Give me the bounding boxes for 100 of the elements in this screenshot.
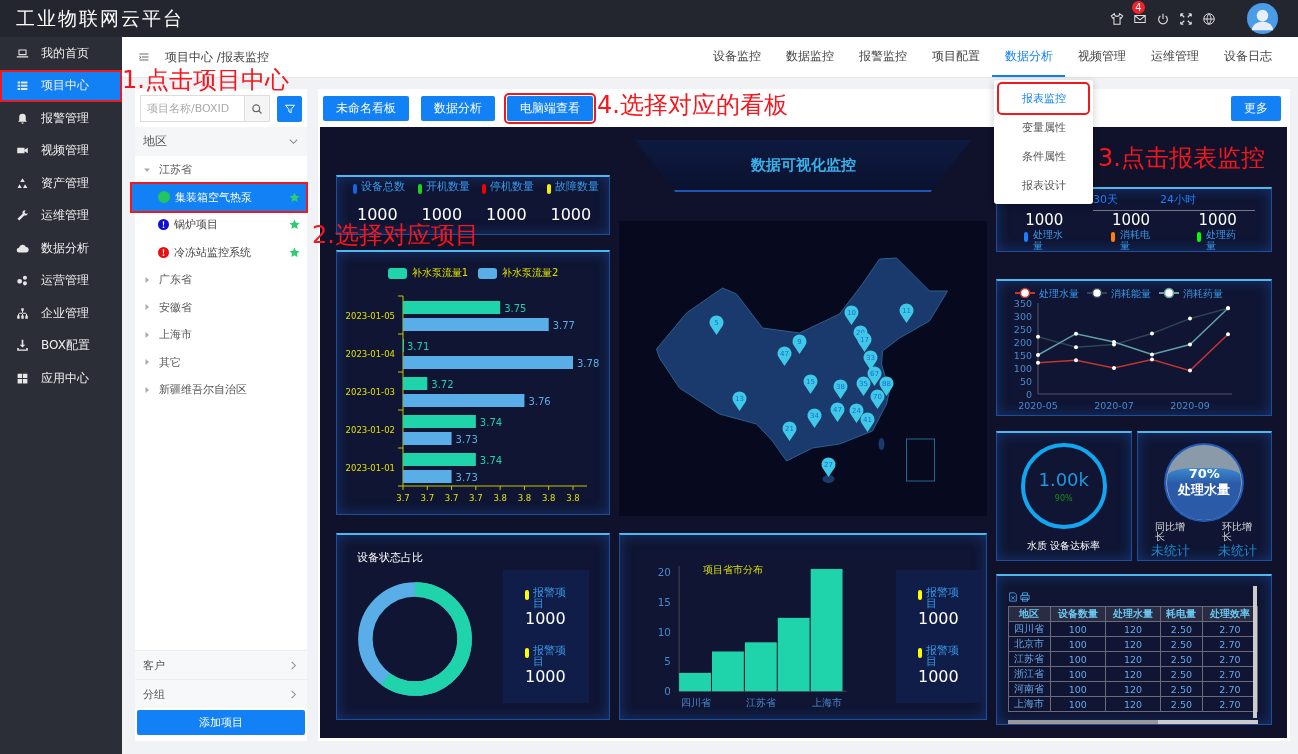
project-item[interactable]: 锅炉项目 [132, 211, 306, 239]
x-tick-label: 3.7 [469, 493, 483, 503]
stat-value: 1000 [485, 205, 528, 224]
y-tick-label: 10 [657, 625, 671, 638]
power-icon[interactable] [1156, 11, 1170, 26]
point [1226, 332, 1230, 337]
annotation-text: 1.点击项目中心 [122, 65, 289, 96]
filter-button[interactable] [277, 95, 302, 122]
star-icon[interactable] [289, 219, 300, 231]
dashboard-button[interactable]: 未命名看板 [323, 95, 409, 121]
column-header[interactable]: 地区 [1008, 606, 1051, 622]
sidebar-item[interactable]: 我的首页 [0, 37, 122, 70]
tree-node[interactable]: 上海市 [135, 321, 307, 349]
period-tab[interactable]: 24小时 [1160, 192, 1196, 207]
y-tick-label: 50 [1019, 375, 1032, 387]
tree-node[interactable]: 新疆维吾尔自治区 [135, 376, 307, 404]
nav-tab[interactable]: 项目配置 [919, 37, 992, 77]
star-icon[interactable] [289, 191, 300, 203]
sidebar-item[interactable]: 企业管理 [0, 297, 122, 330]
legend-item[interactable]: 补水泵流量1 [387, 266, 468, 280]
globe-icon[interactable] [1202, 11, 1216, 26]
tree-node[interactable]: 江苏省 [135, 156, 307, 184]
sidebar-item[interactable]: 报警管理 [0, 102, 122, 135]
sidebar-item[interactable]: 视频管理 [0, 134, 122, 167]
star-icon[interactable] [289, 246, 300, 258]
legend-item[interactable]: 消耗能量 [1086, 287, 1151, 299]
period-tab[interactable]: 30天 [1093, 192, 1118, 207]
sidebar-item[interactable]: BOX配置 [0, 329, 122, 362]
nav-tab[interactable]: 视频管理 [1065, 37, 1138, 77]
legend-label: 报警项目 [533, 586, 567, 609]
y-tick-label: 100 [1013, 362, 1032, 374]
tree-node[interactable]: 广东省 [135, 266, 307, 294]
x-tick-label: 2020-05 [1018, 400, 1058, 411]
fullscreen-icon[interactable] [1179, 11, 1193, 26]
printer-icon[interactable] [1020, 592, 1030, 602]
x-tick-label: 2020-07 [1094, 400, 1134, 411]
total-label: 处理水量 [1032, 229, 1064, 251]
project-item[interactable]: 集装箱空气热泵 [132, 183, 306, 211]
dashboard-title: 数据可视化监控 [750, 155, 856, 175]
sidebar-item[interactable]: 资产管理 [0, 167, 122, 200]
x-tick-label: 3.7 [420, 493, 435, 503]
sidebar-item[interactable]: 运维管理 [0, 199, 122, 232]
legend-item[interactable]: 处理水量 [1014, 287, 1079, 299]
column-header[interactable]: 耗电量 [1160, 606, 1203, 622]
stat-value: 未统计 [1151, 542, 1191, 560]
section-header[interactable]: 客户 [135, 650, 307, 679]
avatar-icon[interactable] [1247, 3, 1278, 34]
legend-item[interactable]: 补水泵流量2 [478, 266, 559, 280]
dashboard-button[interactable]: 电脑端查看 [507, 95, 593, 121]
value-label: 3.77 [552, 320, 575, 331]
category-label: 2023-01-02 [345, 425, 395, 435]
value-label: 3.74 [479, 417, 503, 428]
point [1036, 360, 1040, 365]
add-project-button[interactable]: 添加项目 [137, 710, 305, 735]
table-cell: 四川省 [1008, 621, 1051, 637]
search-button[interactable] [244, 95, 270, 122]
column-header[interactable]: 设备数量 [1050, 606, 1106, 622]
legend-label: 报警项目 [926, 645, 960, 668]
sidebar-item[interactable]: 项目中心 [0, 69, 122, 102]
legend-item[interactable]: 消耗药量 [1158, 287, 1223, 299]
menu-item[interactable]: 条件属性 [999, 142, 1088, 171]
app-title: 工业物联网云平台 [16, 5, 184, 31]
excel-icon[interactable] [1008, 592, 1018, 602]
vertical-scrollbar[interactable] [1253, 586, 1257, 718]
total-label: 处理药量 [1206, 229, 1238, 251]
shirt-icon[interactable] [1110, 11, 1124, 26]
point [1036, 334, 1040, 339]
legend-label: 报警项目 [533, 645, 567, 668]
nav-tab[interactable]: 数据分析 [992, 37, 1065, 77]
tree-node[interactable]: 安徽省 [135, 293, 307, 321]
menu-item[interactable]: 变量属性 [999, 113, 1088, 142]
annotation-text: 3.点击报表监控 [1098, 143, 1265, 174]
region-header[interactable]: 地区 [135, 127, 307, 156]
stat-label: 停机数量 [490, 181, 535, 192]
nav-tab[interactable]: 设备日志 [1211, 37, 1284, 77]
legend-value: 1000 [525, 608, 566, 628]
nav-tab[interactable]: 数据监控 [773, 37, 846, 77]
nav-tab[interactable]: 运维管理 [1138, 37, 1211, 77]
column-header[interactable]: 处理水量 [1105, 606, 1161, 622]
table-cell: 浙江省 [1008, 666, 1051, 682]
tree-node[interactable]: 其它 [135, 348, 307, 376]
more-button[interactable]: 更多 [1231, 95, 1281, 121]
menu-item[interactable]: 报表设计 [999, 171, 1088, 200]
sidebar-item[interactable]: 运营管理 [0, 264, 122, 297]
nav-tab[interactable]: 报警监控 [846, 37, 919, 77]
table-cell: 2.50 [1160, 666, 1203, 682]
sidebar-item[interactable]: 数据分析 [0, 232, 122, 265]
search-icon[interactable] [251, 102, 263, 115]
point [1074, 358, 1078, 363]
legend-value: 1000 [918, 667, 959, 687]
table-cell: 100 [1050, 651, 1106, 667]
dashboard-button[interactable]: 数据分析 [421, 95, 495, 121]
search-field[interactable]: 项目名称/BOXID [140, 95, 244, 122]
project-item[interactable]: 冷冻站监控系统 [132, 238, 306, 266]
sidebar-item[interactable]: 应用中心 [0, 362, 122, 395]
nav-tab[interactable]: 设备监控 [700, 37, 773, 77]
y-tick-label: 200 [1013, 336, 1032, 348]
section-header[interactable]: 分组 [135, 679, 307, 708]
horizontal-scrollbar[interactable] [1008, 720, 1258, 724]
menu-item[interactable]: 报表监控 [999, 84, 1088, 113]
